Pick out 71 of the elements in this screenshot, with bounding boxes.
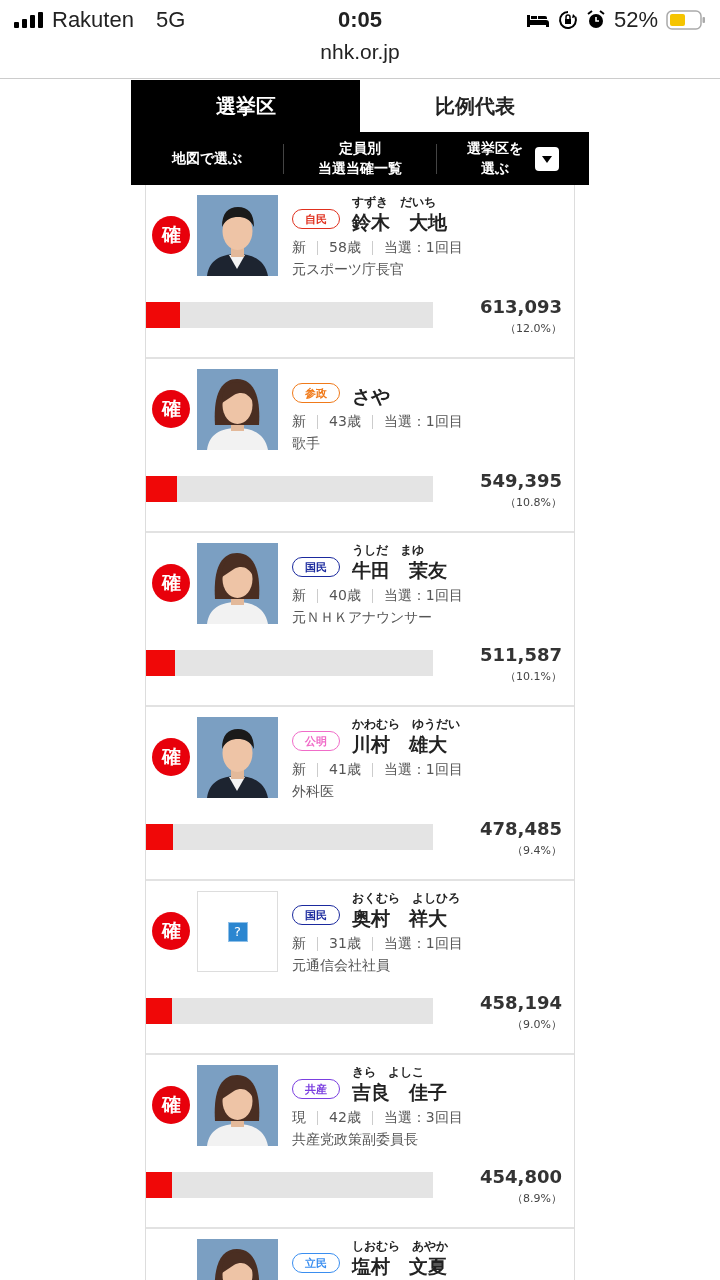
career: 元スポーツ庁長官 xyxy=(292,261,405,279)
incumbent-status: 現 xyxy=(292,1109,306,1127)
candidate-name: 鈴木 大地 xyxy=(352,210,447,235)
battery-icon xyxy=(666,10,706,30)
career: 元通信会社社員 xyxy=(292,957,391,975)
elected-mark: 確 xyxy=(152,390,190,428)
broken-image-icon: ? xyxy=(227,921,248,942)
win-count: 当選：1回目 xyxy=(383,935,463,953)
nav-link[interactable]: 地図で選ぶ xyxy=(131,148,283,169)
candidate-name: 吉良 佳子 xyxy=(352,1080,447,1105)
vote-count: 478,485 xyxy=(480,818,562,839)
name-reading: かわむら ゆうだい xyxy=(352,717,460,731)
vote-share: （12.0%） xyxy=(505,321,562,336)
caret-icon[interactable] xyxy=(535,146,559,171)
name-reading: きら よしこ xyxy=(352,1065,425,1079)
elected-mark: 確 xyxy=(152,1086,190,1124)
vote-share: （10.1%） xyxy=(505,669,562,684)
elected-mark: 確 xyxy=(152,738,190,776)
incumbent-status: 新 xyxy=(292,239,306,257)
nav-link[interactable]: 定員別 当選当確一覧 xyxy=(284,138,436,179)
candidate-name: 牛田 茉友 xyxy=(352,558,447,583)
elected-mark: 確 xyxy=(152,216,190,254)
alarm-icon xyxy=(585,10,606,30)
signal-icon xyxy=(14,12,44,28)
vote-share: （9.0%） xyxy=(512,1017,562,1032)
candidate-name: 奥村 祥大 xyxy=(352,906,448,931)
candidate-name: 川村 雄大 xyxy=(352,732,448,757)
career: 外科医 xyxy=(292,783,335,801)
candidate-age: 31歳 xyxy=(329,935,361,953)
elected-mark: 確 xyxy=(152,912,190,950)
candidate-age: 41歳 xyxy=(329,761,361,779)
incumbent-status: 新 xyxy=(292,413,306,431)
vote-count: 454,800 xyxy=(480,1166,562,1187)
name-reading: おくむら よしひろ xyxy=(352,891,460,905)
vote-share: （8.9%） xyxy=(512,1191,562,1206)
candidate-age: 43歳 xyxy=(329,413,361,431)
candidate-age: 40歳 xyxy=(329,587,361,605)
address-bar-url[interactable]: nhk.or.jp xyxy=(320,40,400,78)
vote-count: 613,093 xyxy=(480,296,562,317)
name-reading: しおむら あやか xyxy=(352,1239,448,1253)
vote-count: 549,395 xyxy=(480,470,562,491)
bed-icon xyxy=(525,13,550,27)
name-reading: すずき だいち xyxy=(352,195,437,209)
career: 歌手 xyxy=(292,435,321,453)
career: 元ＮＨＫアナウンサー xyxy=(292,609,433,627)
vote-count: 511,587 xyxy=(480,644,562,665)
win-count: 当選：1回目 xyxy=(383,239,463,257)
clock: 0:05 xyxy=(338,7,382,33)
career: 共産党政策副委員長 xyxy=(292,1131,419,1149)
vote-share: （10.8%） xyxy=(505,495,562,510)
vote-count: 458,194 xyxy=(480,992,562,1013)
incumbent-status: 新 xyxy=(292,587,306,605)
candidate-name: さや xyxy=(352,384,390,409)
tab[interactable]: 選挙区 xyxy=(131,80,360,132)
candidate-age: 42歳 xyxy=(329,1109,361,1127)
district-dropdown[interactable]: 選挙区を 選ぶ xyxy=(467,138,523,179)
network-type: 5G xyxy=(155,7,186,33)
rotation-lock-icon xyxy=(557,10,578,30)
incumbent-status: 新 xyxy=(292,761,306,779)
win-count: 当選：1回目 xyxy=(383,587,463,605)
candidate-name: 塩村 文夏 xyxy=(352,1254,448,1279)
candidate-age: 58歳 xyxy=(329,239,361,257)
incumbent-status: 新 xyxy=(292,935,306,953)
carrier-name: Rakuten xyxy=(52,7,134,33)
name-reading: うしだ まゆ xyxy=(352,543,425,557)
win-count: 当選：1回目 xyxy=(383,761,463,779)
win-count: 当選：1回目 xyxy=(383,413,463,431)
battery-percent: 52% xyxy=(613,7,658,33)
vote-share: （9.4%） xyxy=(512,843,562,858)
elected-mark: 確 xyxy=(152,564,190,602)
win-count: 当選：3回目 xyxy=(383,1109,463,1127)
